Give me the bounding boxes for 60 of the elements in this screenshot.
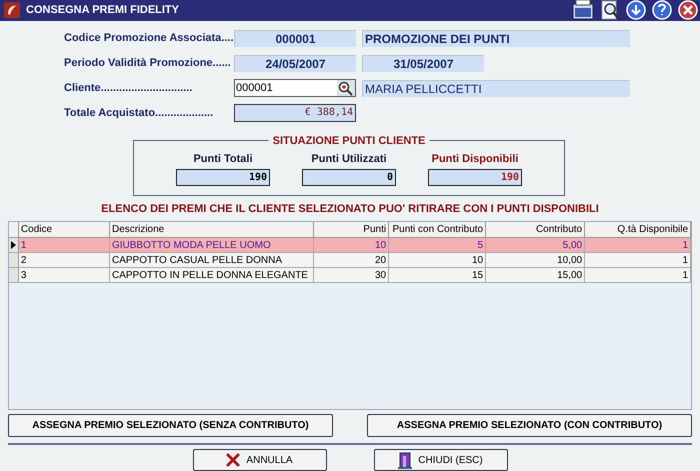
assign-button[interactable]: ASSEGNA PREMIO SELEZIONATO (CON CONTRIBUTO) — [367, 414, 692, 438]
date-from-field: 24/05/2007 — [234, 54, 356, 72]
table-cell: 2 — [18, 253, 110, 268]
table-row[interactable]: 3 CAPPOTTO IN PELLE DONNA ELEGANTE 30 15 15,00 1 — [9, 268, 691, 284]
field-label: Cliente.............................. — [64, 81, 194, 96]
promo-name-field: PROMOZIONE DEI PUNTI — [362, 30, 630, 47]
zoom-in-icon[interactable] — [337, 80, 355, 96]
assign-button[interactable]: ASSEGNA PREMIO SELEZIONATO (SENZA CONTRIBUTO) — [8, 414, 333, 438]
points-field: 190 — [176, 169, 270, 186]
x-icon — [226, 453, 240, 468]
column-header[interactable]: Descrizione — [110, 222, 314, 238]
help-icon[interactable] — [652, 0, 672, 20]
field-label: Codice Promozione Associata.... — [64, 31, 234, 46]
cancel-button[interactable]: ANNULLA — [192, 449, 326, 471]
client-code-field[interactable]: 000001 — [234, 78, 356, 97]
window-title: CONSEGNA PREMI FIDELITY — [26, 3, 179, 18]
client-name-field: MARIA PELLICCETTI — [362, 80, 630, 97]
table-cell: CAPPOTTO IN PELLE DONNA ELEGANTE — [110, 268, 314, 282]
row-header[interactable] — [9, 238, 19, 252]
column-header[interactable]: Punti con Contributo — [389, 222, 486, 238]
points-label: Punti Totali — [193, 152, 253, 167]
field-label: Totale Acquistato................... — [64, 106, 214, 122]
column-header[interactable]: Contributo — [486, 222, 586, 238]
app-logo-icon — [4, 2, 20, 18]
table-cell: 1 — [585, 253, 692, 268]
table-cell: 15,00 — [486, 268, 586, 282]
table-cell: 1 — [585, 268, 692, 282]
column-header[interactable]: Codice — [18, 222, 110, 238]
points-field: 190 — [428, 169, 522, 186]
table-cell: 10 — [389, 253, 486, 268]
search-icon[interactable] — [600, 0, 620, 20]
table-cell: 5,00 — [486, 238, 586, 252]
row-pointer-icon — [10, 241, 16, 250]
close-button[interactable]: CHIUDI (ESC) — [374, 449, 508, 471]
column-header[interactable]: Q.tà Disponibile — [585, 222, 692, 238]
table-cell: 3 — [18, 268, 110, 282]
table-cell: 1 — [585, 238, 692, 252]
table-cell: 10,00 — [486, 253, 586, 268]
close-icon[interactable] — [678, 0, 698, 20]
list-title: ELENCO DEI PREMI CHE IL CLIENTE SELEZIONATO PUO' RITIRARE CON I PUNTI DISPONIBILI — [101, 202, 599, 217]
table-cell: GIUBBOTTO MODA PELLE UOMO — [110, 238, 314, 252]
table-cell: 10 — [314, 238, 390, 252]
points-label: Punti Utilizzati — [311, 152, 387, 167]
table-cell: 15 — [389, 268, 486, 282]
points-label: Punti Disponibili — [432, 152, 518, 167]
date-to-field: 31/05/2007 — [362, 54, 484, 72]
table-cell: 20 — [314, 253, 390, 268]
table-row[interactable]: 1 GIUBBOTTO MODA PELLE UOMO 10 5 5,00 1 — [9, 238, 691, 254]
total-field: € 388,14 — [234, 104, 356, 122]
door-icon — [398, 451, 412, 470]
field-label: Periodo Validità Promozione...... — [64, 56, 232, 72]
table-row[interactable]: 2 CAPPOTTO CASUAL PELLE DONNA 20 10 10,00 1 — [9, 253, 691, 268]
download-icon[interactable] — [626, 0, 646, 20]
table-cell: 30 — [314, 268, 390, 282]
promo-code-field: 000001 — [234, 30, 356, 47]
table-cell: 1 — [18, 238, 110, 252]
table-cell: 5 — [389, 238, 486, 252]
column-header[interactable]: Punti — [314, 222, 390, 238]
points-field: 0 — [302, 169, 396, 186]
table-cell: CAPPOTTO CASUAL PELLE DONNA — [110, 253, 314, 268]
